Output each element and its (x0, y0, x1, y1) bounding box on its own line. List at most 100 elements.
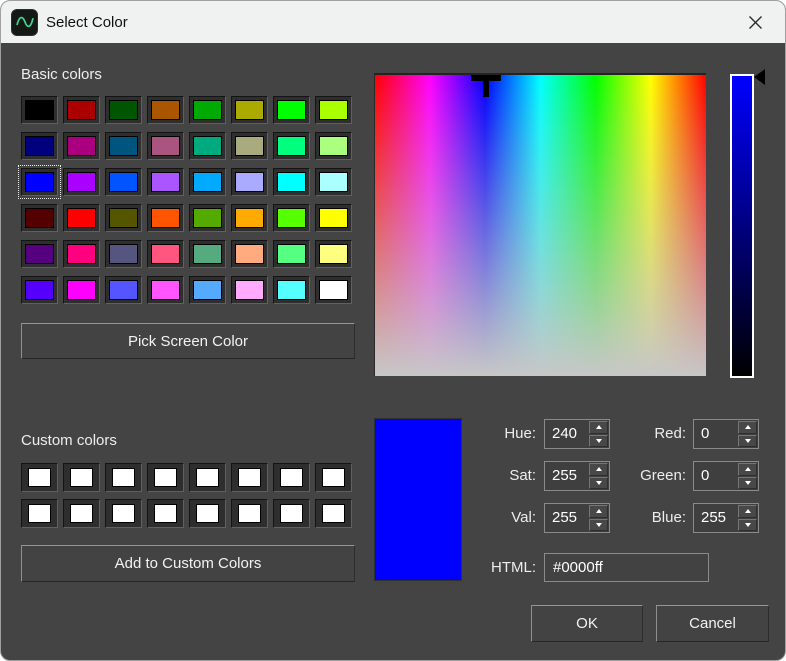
basic-color-swatch[interactable] (189, 204, 226, 232)
blue-spinbox[interactable]: 255 (693, 503, 759, 533)
custom-color-swatch[interactable] (231, 463, 268, 492)
swatch-color (319, 244, 348, 264)
basic-color-swatch[interactable] (273, 240, 310, 268)
basic-color-swatch[interactable] (63, 240, 100, 268)
hue-saturation-map[interactable] (374, 73, 706, 376)
val-value[interactable]: 255 (545, 504, 588, 532)
add-to-custom-colors-button[interactable]: Add to Custom Colors (21, 545, 355, 582)
basic-color-swatch[interactable] (189, 240, 226, 268)
basic-color-swatch[interactable] (63, 204, 100, 232)
val-down-button[interactable] (589, 519, 608, 532)
basic-color-swatch[interactable] (189, 168, 226, 196)
basic-color-swatch[interactable] (189, 132, 226, 160)
green-up-button[interactable] (738, 463, 757, 476)
basic-color-swatch[interactable] (315, 240, 352, 268)
basic-color-swatch[interactable] (105, 204, 142, 232)
basic-color-swatch[interactable] (105, 168, 142, 196)
basic-color-swatch[interactable] (21, 276, 58, 304)
basic-color-swatch[interactable] (63, 132, 100, 160)
basic-color-swatch[interactable] (147, 168, 184, 196)
custom-color-swatch[interactable] (273, 499, 310, 528)
red-up-button[interactable] (738, 421, 757, 434)
value-slider[interactable] (730, 74, 754, 378)
hue-value[interactable]: 240 (545, 420, 588, 448)
val-up-button[interactable] (589, 505, 608, 518)
custom-color-swatch[interactable] (105, 463, 142, 492)
custom-color-swatch[interactable] (147, 463, 184, 492)
sat-up-button[interactable] (589, 463, 608, 476)
red-value[interactable]: 0 (694, 420, 737, 448)
basic-color-swatch[interactable] (147, 240, 184, 268)
green-down-button[interactable] (738, 477, 757, 490)
basic-color-swatch[interactable] (105, 240, 142, 268)
basic-color-swatch[interactable] (63, 168, 100, 196)
custom-color-swatch[interactable] (63, 499, 100, 528)
custom-color-swatch[interactable] (315, 463, 352, 492)
basic-color-swatch[interactable] (21, 96, 58, 124)
basic-color-swatch[interactable] (189, 96, 226, 124)
hue-down-button[interactable] (589, 435, 608, 448)
basic-color-swatch[interactable] (63, 276, 100, 304)
basic-color-swatch[interactable] (21, 204, 58, 232)
basic-color-swatch[interactable] (273, 132, 310, 160)
value-slider-handle-icon[interactable] (754, 69, 765, 85)
blue-down-button[interactable] (738, 519, 757, 532)
custom-color-swatch[interactable] (231, 499, 268, 528)
basic-color-swatch[interactable] (231, 204, 268, 232)
basic-color-swatch[interactable] (315, 132, 352, 160)
basic-color-swatch[interactable] (273, 276, 310, 304)
custom-color-swatch[interactable] (189, 499, 226, 528)
pick-screen-color-button[interactable]: Pick Screen Color (21, 323, 355, 359)
basic-color-swatch[interactable] (231, 276, 268, 304)
basic-color-swatch[interactable] (231, 168, 268, 196)
basic-color-swatch[interactable] (273, 168, 310, 196)
basic-color-swatch[interactable] (105, 132, 142, 160)
basic-color-swatch[interactable] (21, 168, 58, 196)
cancel-button[interactable]: Cancel (656, 605, 769, 642)
basic-color-swatch[interactable] (147, 204, 184, 232)
ok-button[interactable]: OK (531, 605, 643, 642)
custom-color-swatch[interactable] (273, 463, 310, 492)
basic-color-swatch[interactable] (231, 240, 268, 268)
basic-color-swatch[interactable] (315, 204, 352, 232)
basic-color-swatch[interactable] (105, 276, 142, 304)
basic-color-swatch[interactable] (147, 96, 184, 124)
hue-spinbox[interactable]: 240 (544, 419, 610, 449)
custom-color-swatch[interactable] (105, 499, 142, 528)
up-arrow-icon (745, 467, 751, 471)
green-value[interactable]: 0 (694, 462, 737, 490)
basic-color-swatch[interactable] (147, 276, 184, 304)
basic-color-swatch[interactable] (315, 168, 352, 196)
basic-color-swatch[interactable] (21, 132, 58, 160)
red-spinbox[interactable]: 0 (693, 419, 759, 449)
sat-value[interactable]: 255 (545, 462, 588, 490)
red-down-button[interactable] (738, 435, 757, 448)
basic-color-swatch[interactable] (231, 132, 268, 160)
basic-color-swatch[interactable] (21, 240, 58, 268)
basic-color-swatch[interactable] (315, 96, 352, 124)
basic-color-swatch[interactable] (273, 204, 310, 232)
custom-color-swatch[interactable] (315, 499, 352, 528)
close-button[interactable] (733, 1, 777, 43)
val-spinbox[interactable]: 255 (544, 503, 610, 533)
basic-color-swatch[interactable] (231, 96, 268, 124)
custom-color-swatch[interactable] (189, 463, 226, 492)
basic-color-swatch[interactable] (63, 96, 100, 124)
blue-value[interactable]: 255 (694, 504, 737, 532)
custom-color-swatch[interactable] (21, 499, 58, 528)
blue-up-button[interactable] (738, 505, 757, 518)
hue-up-button[interactable] (589, 421, 608, 434)
basic-color-swatch[interactable] (315, 276, 352, 304)
html-color-input[interactable]: #0000ff (544, 553, 709, 582)
basic-color-swatch[interactable] (105, 96, 142, 124)
sat-down-button[interactable] (589, 477, 608, 490)
sat-label: Sat: (456, 461, 536, 491)
custom-color-swatch[interactable] (147, 499, 184, 528)
basic-color-swatch[interactable] (189, 276, 226, 304)
sat-spinbox[interactable]: 255 (544, 461, 610, 491)
custom-color-swatch[interactable] (21, 463, 58, 492)
custom-color-swatch[interactable] (63, 463, 100, 492)
basic-color-swatch[interactable] (147, 132, 184, 160)
basic-color-swatch[interactable] (273, 96, 310, 124)
green-spinbox[interactable]: 0 (693, 461, 759, 491)
